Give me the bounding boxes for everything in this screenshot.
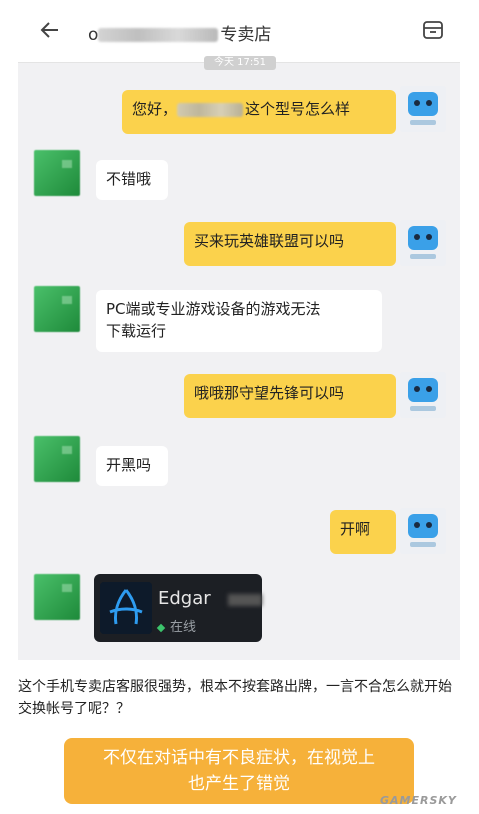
store-icon[interactable] [422, 20, 444, 40]
message-bubble: 买来玩英雄联盟可以吗 [184, 222, 396, 266]
status-text: 在线 [170, 620, 197, 635]
avatar[interactable] [400, 508, 446, 554]
robot-icon [408, 514, 438, 538]
caption-text: 这个手机专卖店客服很强势，根本不按套路出牌，一言不合怎么就开始交换帐号了呢？？ [18, 679, 452, 717]
title-suffix: 专卖店 [220, 25, 272, 45]
title-prefix: o [88, 25, 99, 45]
blurred-id [228, 594, 262, 606]
message-text: 哦哦那守望先锋可以吗 [194, 384, 345, 402]
message-text: 开啊 [340, 520, 371, 538]
page-title: o 专卖店 [88, 20, 271, 45]
contact-name: Edgar [158, 588, 211, 609]
highlight-banner: 不仅在对话中有不良症状，在视觉上 也产生了错觉 [64, 738, 414, 804]
timestamp: 今天 17:51 [204, 56, 276, 70]
avatar[interactable] [34, 574, 80, 620]
title-blur [98, 28, 219, 42]
chat-screen: o 专卖店 今天 17:51 您好， 这个型号怎么样 不错哦 买来玩英雄联盟可以吗 … [18, 0, 460, 660]
message-text: 不错哦 [106, 170, 152, 188]
message-text: 开黑吗 [106, 456, 152, 474]
avatar-label [410, 406, 436, 411]
avatar-label [410, 254, 436, 259]
online-icon [156, 623, 166, 632]
blurred-model [177, 102, 244, 117]
contact-status: 在线 [156, 616, 197, 635]
message-bubble: 开黑吗 [96, 446, 168, 486]
message-bubble: 您好， 这个型号怎么样 [122, 90, 396, 134]
message-bubble: PC端或专业游戏设备的游戏无法 下载运行 [96, 290, 382, 352]
avatar[interactable] [400, 220, 446, 266]
avatar[interactable] [400, 372, 446, 418]
top-bar: o 专卖店 [18, 0, 460, 63]
message-bubble: 哦哦那守望先锋可以吗 [184, 374, 396, 418]
avatar[interactable] [400, 86, 446, 132]
contact-card[interactable]: Edgar 在线 [94, 574, 262, 642]
avatar[interactable] [34, 286, 80, 332]
message-text: 下载运行 [106, 322, 167, 340]
message-text: 这个型号怎么样 [245, 100, 351, 118]
message-bubble: 不错哦 [96, 160, 168, 200]
avatar[interactable] [34, 150, 80, 196]
robot-icon [408, 226, 438, 250]
highlight-line2: 也产生了错觉 [188, 774, 290, 794]
back-arrow-icon[interactable] [38, 18, 62, 42]
highlight-line1: 不仅在对话中有不良症状，在视觉上 [103, 748, 375, 768]
robot-icon [408, 378, 438, 402]
avatar-label [410, 542, 436, 547]
message-text: 买来玩英雄联盟可以吗 [194, 232, 345, 250]
avatar-label [410, 120, 436, 125]
message-text: 您好， [132, 100, 178, 118]
message-text: PC端或专业游戏设备的游戏无法 [106, 300, 321, 318]
battlenet-icon [100, 582, 152, 634]
robot-icon [408, 92, 438, 116]
avatar[interactable] [34, 436, 80, 482]
watermark: GAMERSKY [380, 794, 457, 807]
message-bubble: 开啊 [330, 510, 396, 554]
